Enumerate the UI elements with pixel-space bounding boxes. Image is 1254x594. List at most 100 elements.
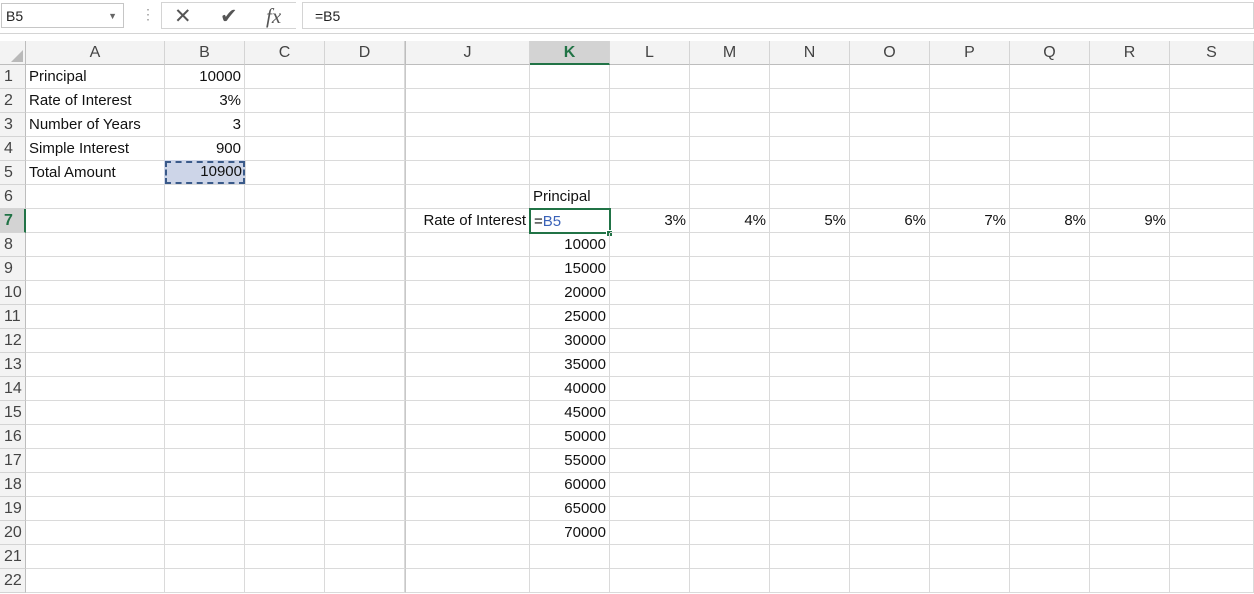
empty-cell[interactable] <box>165 233 245 257</box>
cell-k20[interactable]: 70000 <box>530 521 610 545</box>
empty-cell[interactable] <box>850 89 930 113</box>
empty-cell[interactable] <box>165 425 245 449</box>
empty-cell[interactable] <box>690 521 770 545</box>
empty-cell[interactable] <box>770 377 850 401</box>
empty-cell[interactable] <box>1170 65 1254 89</box>
cell-k14[interactable]: 40000 <box>530 377 610 401</box>
empty-cell[interactable] <box>610 473 690 497</box>
empty-cell[interactable] <box>850 497 930 521</box>
column-header-a[interactable]: A <box>26 41 165 65</box>
empty-cell[interactable] <box>770 257 850 281</box>
cell-a3[interactable]: Number of Years <box>26 113 165 137</box>
empty-cell[interactable] <box>325 329 405 353</box>
empty-cell[interactable] <box>770 113 850 137</box>
empty-cell[interactable] <box>325 257 405 281</box>
row-header-9[interactable]: 9 <box>0 257 26 281</box>
row-header-10[interactable]: 10 <box>0 281 26 305</box>
empty-cell[interactable] <box>245 425 325 449</box>
empty-cell[interactable] <box>405 521 530 545</box>
cell-p7[interactable]: 7% <box>930 209 1010 233</box>
empty-cell[interactable] <box>530 137 610 161</box>
empty-cell[interactable] <box>1090 521 1170 545</box>
empty-cell[interactable] <box>26 377 165 401</box>
empty-cell[interactable] <box>1090 305 1170 329</box>
empty-cell[interactable] <box>245 473 325 497</box>
row-header-5[interactable]: 5 <box>0 161 26 185</box>
empty-cell[interactable] <box>1090 89 1170 113</box>
empty-cell[interactable] <box>1170 209 1254 233</box>
empty-cell[interactable] <box>610 305 690 329</box>
row-header-13[interactable]: 13 <box>0 353 26 377</box>
column-header-n[interactable]: N <box>770 41 850 65</box>
empty-cell[interactable] <box>405 185 530 209</box>
cell-b4[interactable]: 900 <box>165 137 245 161</box>
empty-cell[interactable] <box>325 569 405 593</box>
empty-cell[interactable] <box>850 545 930 569</box>
empty-cell[interactable] <box>26 497 165 521</box>
cell-k12[interactable]: 30000 <box>530 329 610 353</box>
empty-cell[interactable] <box>770 233 850 257</box>
empty-cell[interactable] <box>690 473 770 497</box>
empty-cell[interactable] <box>405 329 530 353</box>
cell-b5-copy-selection[interactable]: 10900 <box>164 160 246 185</box>
empty-cell[interactable] <box>930 65 1010 89</box>
row-header-16[interactable]: 16 <box>0 425 26 449</box>
empty-cell[interactable] <box>1090 449 1170 473</box>
empty-cell[interactable] <box>1090 185 1170 209</box>
column-header-s[interactable]: S <box>1170 41 1254 65</box>
empty-cell[interactable] <box>1170 497 1254 521</box>
empty-cell[interactable] <box>690 281 770 305</box>
empty-cell[interactable] <box>26 305 165 329</box>
empty-cell[interactable] <box>1010 449 1090 473</box>
empty-cell[interactable] <box>165 185 245 209</box>
empty-cell[interactable] <box>405 137 530 161</box>
empty-cell[interactable] <box>405 281 530 305</box>
empty-cell[interactable] <box>165 473 245 497</box>
empty-cell[interactable] <box>245 257 325 281</box>
cell-k11[interactable]: 25000 <box>530 305 610 329</box>
empty-cell[interactable] <box>610 281 690 305</box>
empty-cell[interactable] <box>610 161 690 185</box>
empty-cell[interactable] <box>690 89 770 113</box>
empty-cell[interactable] <box>245 65 325 89</box>
empty-cell[interactable] <box>26 185 165 209</box>
empty-cell[interactable] <box>690 185 770 209</box>
cell-o7[interactable]: 6% <box>850 209 930 233</box>
empty-cell[interactable] <box>325 521 405 545</box>
row-header-15[interactable]: 15 <box>0 401 26 425</box>
empty-cell[interactable] <box>325 281 405 305</box>
empty-cell[interactable] <box>690 425 770 449</box>
empty-cell[interactable] <box>1170 425 1254 449</box>
empty-cell[interactable] <box>1170 257 1254 281</box>
cell-k16[interactable]: 50000 <box>530 425 610 449</box>
empty-cell[interactable] <box>530 89 610 113</box>
empty-cell[interactable] <box>850 113 930 137</box>
empty-cell[interactable] <box>610 425 690 449</box>
empty-cell[interactable] <box>930 329 1010 353</box>
empty-cell[interactable] <box>405 569 530 593</box>
empty-cell[interactable] <box>930 401 1010 425</box>
empty-cell[interactable] <box>930 89 1010 113</box>
row-header-19[interactable]: 19 <box>0 497 26 521</box>
empty-cell[interactable] <box>1170 113 1254 137</box>
empty-cell[interactable] <box>930 569 1010 593</box>
empty-cell[interactable] <box>1170 281 1254 305</box>
empty-cell[interactable] <box>850 233 930 257</box>
empty-cell[interactable] <box>1090 161 1170 185</box>
empty-cell[interactable] <box>610 65 690 89</box>
empty-cell[interactable] <box>770 401 850 425</box>
empty-cell[interactable] <box>770 353 850 377</box>
empty-cell[interactable] <box>325 137 405 161</box>
empty-cell[interactable] <box>165 449 245 473</box>
empty-cell[interactable] <box>770 569 850 593</box>
empty-cell[interactable] <box>1170 353 1254 377</box>
empty-cell[interactable] <box>690 257 770 281</box>
empty-cell[interactable] <box>850 137 930 161</box>
empty-cell[interactable] <box>930 473 1010 497</box>
row-header-12[interactable]: 12 <box>0 329 26 353</box>
empty-cell[interactable] <box>930 185 1010 209</box>
empty-cell[interactable] <box>1090 377 1170 401</box>
empty-cell[interactable] <box>610 89 690 113</box>
column-header-b[interactable]: B <box>165 41 245 65</box>
empty-cell[interactable] <box>690 161 770 185</box>
